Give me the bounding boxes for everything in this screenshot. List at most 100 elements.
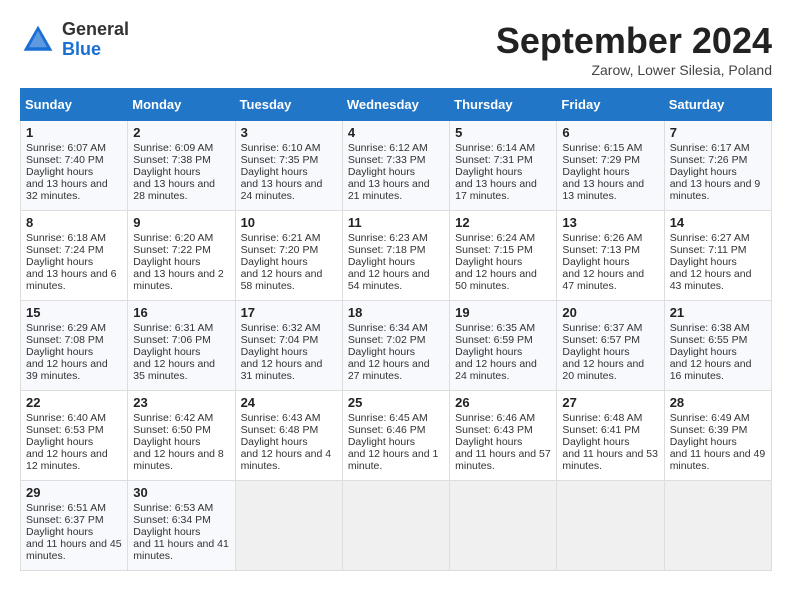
sunrise: Sunrise: 6:24 AM [455,232,535,244]
col-wednesday: Wednesday [342,89,449,121]
daylight-label: Daylight hours [241,166,308,178]
table-row: 13Sunrise: 6:26 AMSunset: 7:13 PMDayligh… [557,211,664,301]
table-row: 17Sunrise: 6:32 AMSunset: 7:04 PMDayligh… [235,301,342,391]
daylight-label: Daylight hours [562,256,629,268]
daylight-value: and 13 hours and 13 minutes. [562,178,644,202]
daylight-label: Daylight hours [26,436,93,448]
sunrise: Sunrise: 6:14 AM [455,142,535,154]
sunrise: Sunrise: 6:09 AM [133,142,213,154]
day-number: 28 [670,395,766,410]
daylight-value: and 11 hours and 57 minutes. [455,448,551,472]
sunset: Sunset: 7:08 PM [26,334,104,346]
daylight-value: and 12 hours and 43 minutes. [670,268,752,292]
daylight-value: and 12 hours and 20 minutes. [562,358,644,382]
sunset: Sunset: 6:57 PM [562,334,640,346]
daylight-label: Daylight hours [455,256,522,268]
logo-general: General [62,19,129,39]
daylight-label: Daylight hours [348,346,415,358]
daylight-label: Daylight hours [241,256,308,268]
sunset: Sunset: 6:43 PM [455,424,533,436]
daylight-value: and 11 hours and 53 minutes. [562,448,658,472]
sunset: Sunset: 6:34 PM [133,514,211,526]
day-number: 21 [670,305,766,320]
day-number: 30 [133,485,229,500]
day-number: 18 [348,305,444,320]
sunset: Sunset: 7:31 PM [455,154,533,166]
sunrise: Sunrise: 6:27 AM [670,232,750,244]
sunrise: Sunrise: 6:37 AM [562,322,642,334]
daylight-value: and 13 hours and 32 minutes. [26,178,108,202]
daylight-value: and 13 hours and 21 minutes. [348,178,430,202]
sunrise: Sunrise: 6:07 AM [26,142,106,154]
daylight-value: and 13 hours and 24 minutes. [241,178,323,202]
day-number: 9 [133,215,229,230]
daylight-label: Daylight hours [348,256,415,268]
daylight-label: Daylight hours [455,436,522,448]
daylight-label: Daylight hours [133,346,200,358]
table-row: 19Sunrise: 6:35 AMSunset: 6:59 PMDayligh… [450,301,557,391]
table-row: 15Sunrise: 6:29 AMSunset: 7:08 PMDayligh… [21,301,128,391]
daylight-value: and 12 hours and 12 minutes. [26,448,108,472]
daylight-label: Daylight hours [241,346,308,358]
sunrise: Sunrise: 6:32 AM [241,322,321,334]
daylight-value: and 12 hours and 31 minutes. [241,358,323,382]
daylight-value: and 12 hours and 50 minutes. [455,268,537,292]
table-row: 7Sunrise: 6:17 AMSunset: 7:26 PMDaylight… [664,121,771,211]
table-row: 1Sunrise: 6:07 AMSunset: 7:40 PMDaylight… [21,121,128,211]
daylight-value: and 12 hours and 8 minutes. [133,448,224,472]
sunset: Sunset: 6:37 PM [26,514,104,526]
col-sunday: Sunday [21,89,128,121]
day-number: 5 [455,125,551,140]
daylight-label: Daylight hours [133,166,200,178]
col-saturday: Saturday [664,89,771,121]
daylight-label: Daylight hours [133,526,200,538]
col-thursday: Thursday [450,89,557,121]
table-row: 27Sunrise: 6:48 AMSunset: 6:41 PMDayligh… [557,391,664,481]
daylight-label: Daylight hours [562,436,629,448]
location: Zarow, Lower Silesia, Poland [496,62,772,78]
daylight-value: and 13 hours and 28 minutes. [133,178,215,202]
day-number: 23 [133,395,229,410]
daylight-value: and 12 hours and 39 minutes. [26,358,108,382]
sunset: Sunset: 6:59 PM [455,334,533,346]
table-row: 30 Sunrise: 6:53 AMSunset: 6:34 PMDayligh… [128,481,235,571]
sunrise: Sunrise: 6:45 AM [348,412,428,424]
table-row: 26 Sunrise: 6:46 AMSunset: 6:43 PMDayligh… [450,391,557,481]
calendar-week-row: 29Sunrise: 6:51 AMSunset: 6:37 PMDayligh… [21,481,772,571]
table-row [450,481,557,571]
daylight-value: and 11 hours and 49 minutes. [670,448,766,472]
sunset: Sunset: 6:46 PM [348,424,426,436]
day-number: 29 [26,485,122,500]
day-number: 4 [348,125,444,140]
table-row: 25Sunrise: 6:45 AMSunset: 6:46 PMDayligh… [342,391,449,481]
sunset: Sunset: 7:02 PM [348,334,426,346]
sunset: Sunset: 6:48 PM [241,424,319,436]
sunrise: Sunrise: 6:53 AM [133,502,213,514]
table-row [664,481,771,571]
sunrise: Sunrise: 6:17 AM [670,142,750,154]
calendar-table: Sunday Monday Tuesday Wednesday Thursday… [20,88,772,571]
daylight-value: and 13 hours and 6 minutes. [26,268,117,292]
sunrise: Sunrise: 6:15 AM [562,142,642,154]
daylight-value: and 11 hours and 45 minutes. [26,538,122,562]
daylight-value: and 12 hours and 54 minutes. [348,268,430,292]
daylight-value: and 12 hours and 1 minute. [348,448,439,472]
daylight-value: and 12 hours and 58 minutes. [241,268,323,292]
daylight-label: Daylight hours [241,436,308,448]
daylight-value: and 12 hours and 24 minutes. [455,358,537,382]
daylight-label: Daylight hours [455,346,522,358]
day-number: 7 [670,125,766,140]
daylight-label: Daylight hours [26,256,93,268]
logo-blue: Blue [62,39,101,59]
calendar-week-row: 15Sunrise: 6:29 AMSunset: 7:08 PMDayligh… [21,301,772,391]
sunrise: Sunrise: 6:46 AM [455,412,535,424]
day-number: 6 [562,125,658,140]
daylight-value: and 12 hours and 4 minutes. [241,448,332,472]
table-row: 29Sunrise: 6:51 AMSunset: 6:37 PMDayligh… [21,481,128,571]
table-row: 18Sunrise: 6:34 AMSunset: 7:02 PMDayligh… [342,301,449,391]
sunset: Sunset: 7:18 PM [348,244,426,256]
daylight-value: and 13 hours and 2 minutes. [133,268,224,292]
table-row: 16Sunrise: 6:31 AMSunset: 7:06 PMDayligh… [128,301,235,391]
day-number: 26 [455,395,551,410]
daylight-label: Daylight hours [348,166,415,178]
